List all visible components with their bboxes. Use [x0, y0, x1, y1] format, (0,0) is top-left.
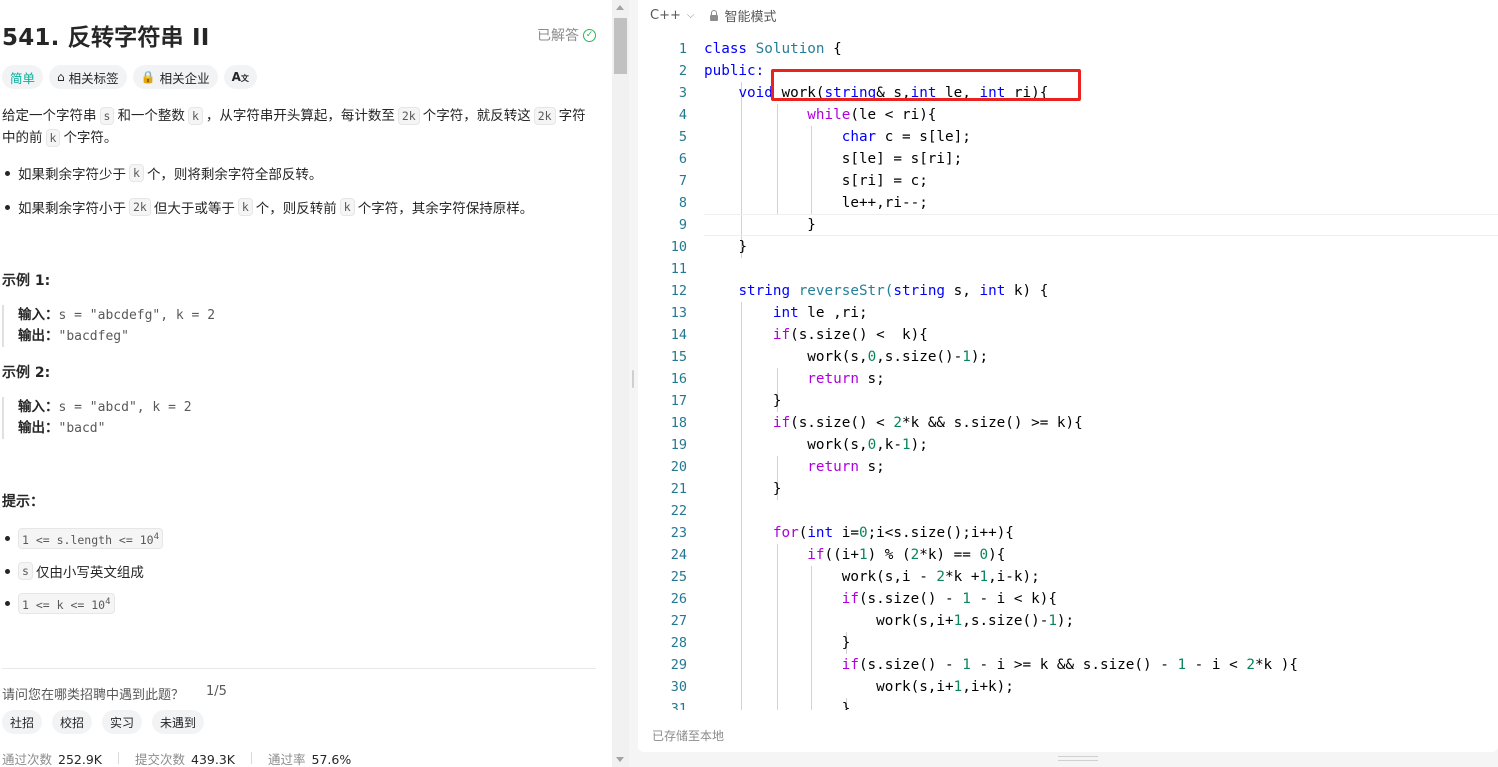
translate-button[interactable]: A文 [223, 65, 257, 89]
code-line: 25 work(s,i - 2*k +1,i-k); [670, 569, 1040, 585]
code-line: 20 return s; [670, 459, 885, 475]
code-line: 12 string reverseStr(string s, int k) { [670, 283, 1049, 299]
problem-title: 541. 反转字符串 II [2, 25, 210, 51]
scroll-up-arrow-icon[interactable] [616, 5, 624, 10]
translate-icon: A文 [231, 70, 249, 84]
language-select[interactable]: C++ ⌵ [650, 8, 694, 23]
survey-question: 请问您在哪类招聘中遇到此题？ [2, 688, 185, 703]
scroll-down-arrow-icon[interactable] [616, 757, 624, 762]
code-line: 7 s[ri] = c; [678, 173, 928, 189]
code-line: 14 if(s.size() < k){ [670, 327, 928, 343]
scrollbar-thumb[interactable] [614, 18, 627, 74]
stat-submitted: 提交次数 439.3K [135, 752, 235, 767]
code-line: 26 if(s.size() - 1 - i < k){ [670, 591, 1057, 607]
hint-item-3: 1 <= k <= 104 [2, 593, 118, 614]
example-1: 输入：s = "abcdefg", k = 2 输出："bacdfeg" [2, 305, 215, 347]
related-companies-button[interactable]: 🔒 相关企业 [132, 65, 218, 89]
survey-options: 社招 校招 实习 未遇到 [2, 710, 205, 734]
hints-heading: 提示： [2, 494, 44, 510]
code-line: 15 work(s,0,s.size()-1); [670, 349, 989, 365]
code-line: 13 int le ,ri; [670, 305, 868, 321]
smart-mode-label: 智能模式 [724, 10, 777, 25]
code-line: 23 for(int i=0;i<s.size();i++){ [670, 525, 1014, 541]
solved-label: 已解答 [537, 28, 579, 44]
editor-panel: C++ ⌵ 智能模式 1 class Solution { 2 public: 3 … [638, 0, 1498, 767]
code-line: 19 work(s,0,k-1); [670, 437, 928, 453]
code-line: 17 } [670, 393, 782, 409]
code-line: 24 if((i+1) % (2*k) == 0){ [670, 547, 1006, 563]
example-1-heading: 示例 1: [2, 273, 51, 289]
drag-handle-icon[interactable] [632, 370, 634, 388]
code-line: 11 [670, 261, 687, 277]
code-line: 31 } [670, 701, 851, 710]
resize-handle-icon[interactable] [1058, 756, 1098, 761]
survey: 请问您在哪类招聘中遇到此题？ 1/5 [2, 684, 227, 703]
example-2: 输入：s = "abcd", k = 2 输出："bacd" [2, 397, 192, 439]
problem-scrollbar[interactable] [612, 0, 629, 767]
panel-splitter[interactable] [629, 0, 638, 767]
divider [2, 668, 596, 669]
stat-rate: 通过率 57.6% [268, 752, 352, 767]
code-line: 21 } [670, 481, 782, 497]
stat-accepted: 通过次数 252.9K [2, 752, 102, 767]
tag-row: 简单 ⌂ 相关标签 🔒 相关企业 A文 [2, 65, 257, 89]
code-line: 5 char c = s[le]; [678, 129, 971, 145]
saved-status: 已存储至本地 [652, 729, 725, 743]
rule-item-1: 如果剩余字符少于 k 个，则将剩余字符全部反转。 [2, 163, 322, 183]
survey-option-intern[interactable]: 实习 [102, 710, 143, 734]
editor-card: C++ ⌵ 智能模式 1 class Solution { 2 public: 3 … [638, 0, 1498, 752]
tag-icon: ⌂ [57, 70, 65, 84]
hint-item-1: 1 <= s.length <= 104 [2, 528, 166, 549]
stats-row: 通过次数 252.9K 提交次数 439.3K 通过率 57.6% [2, 749, 351, 767]
check-circle-icon: ✓ [583, 28, 596, 42]
lock-icon: 🔒 [140, 70, 156, 84]
rule-item-2: 如果剩余字符小于 2k 但大于或等于 k 个，则反转前 k 个字符，其余字符保持原样。 [2, 197, 533, 217]
code-line: 28 } [670, 635, 851, 651]
problem-description: 给定一个字符串 s 和一个整数 k ，从字符串开头算起，每计数至 2k 个字符，就反转这 2k… [2, 107, 586, 147]
problem-panel: 541. 反转字符串 II 已解答 ✓ 简单 ⌂ 相关标签 🔒 相关企业 A文 … [0, 0, 612, 767]
related-companies-label: 相关企业 [159, 70, 210, 86]
code-line: 18 if(s.size() < 2*k && s.size() >= k){ [670, 415, 1083, 431]
lock-icon [710, 9, 719, 21]
code-line: 16 return s; [670, 371, 885, 387]
code-line: 1 class Solution { [678, 41, 842, 57]
code-line: 22 [670, 503, 687, 519]
hint-item-2: s 仅由小写英文组成 [2, 561, 144, 581]
difficulty-tag: 简单 [2, 65, 44, 89]
survey-option-campus[interactable]: 校招 [52, 710, 93, 734]
code-line: 8 le++,ri--; [678, 195, 928, 211]
code-line: 6 s[le] = s[ri]; [678, 151, 963, 167]
survey-option-none[interactable]: 未遇到 [152, 710, 205, 734]
code-line: 30 work(s,i+1,i+k); [670, 679, 1014, 695]
code-line: 29 if(s.size() - 1 - i >= k && s.size() … [670, 657, 1298, 673]
survey-option-social[interactable]: 社招 [2, 710, 43, 734]
code-line: 27 work(s,i+1,s.size()-1); [670, 613, 1075, 629]
code-line: 4 while(le < ri){ [678, 107, 937, 123]
editor-toolbar: C++ ⌵ 智能模式 [650, 6, 776, 25]
related-tags-label: 相关标签 [68, 70, 119, 86]
solved-status: 已解答 ✓ [537, 25, 596, 45]
code-line: 10 } [670, 239, 748, 255]
related-tags-button[interactable]: ⌂ 相关标签 [49, 65, 127, 89]
chevron-down-icon: ⌵ [686, 10, 695, 21]
example-2-heading: 示例 2: [2, 365, 51, 381]
code-line-current: 9 } [638, 214, 1498, 236]
language-label: C++ [650, 8, 681, 23]
survey-counter: 1/5 [206, 684, 227, 699]
annotation-highlight-box [771, 69, 1081, 101]
smart-mode-toggle[interactable]: 智能模式 [710, 6, 776, 25]
